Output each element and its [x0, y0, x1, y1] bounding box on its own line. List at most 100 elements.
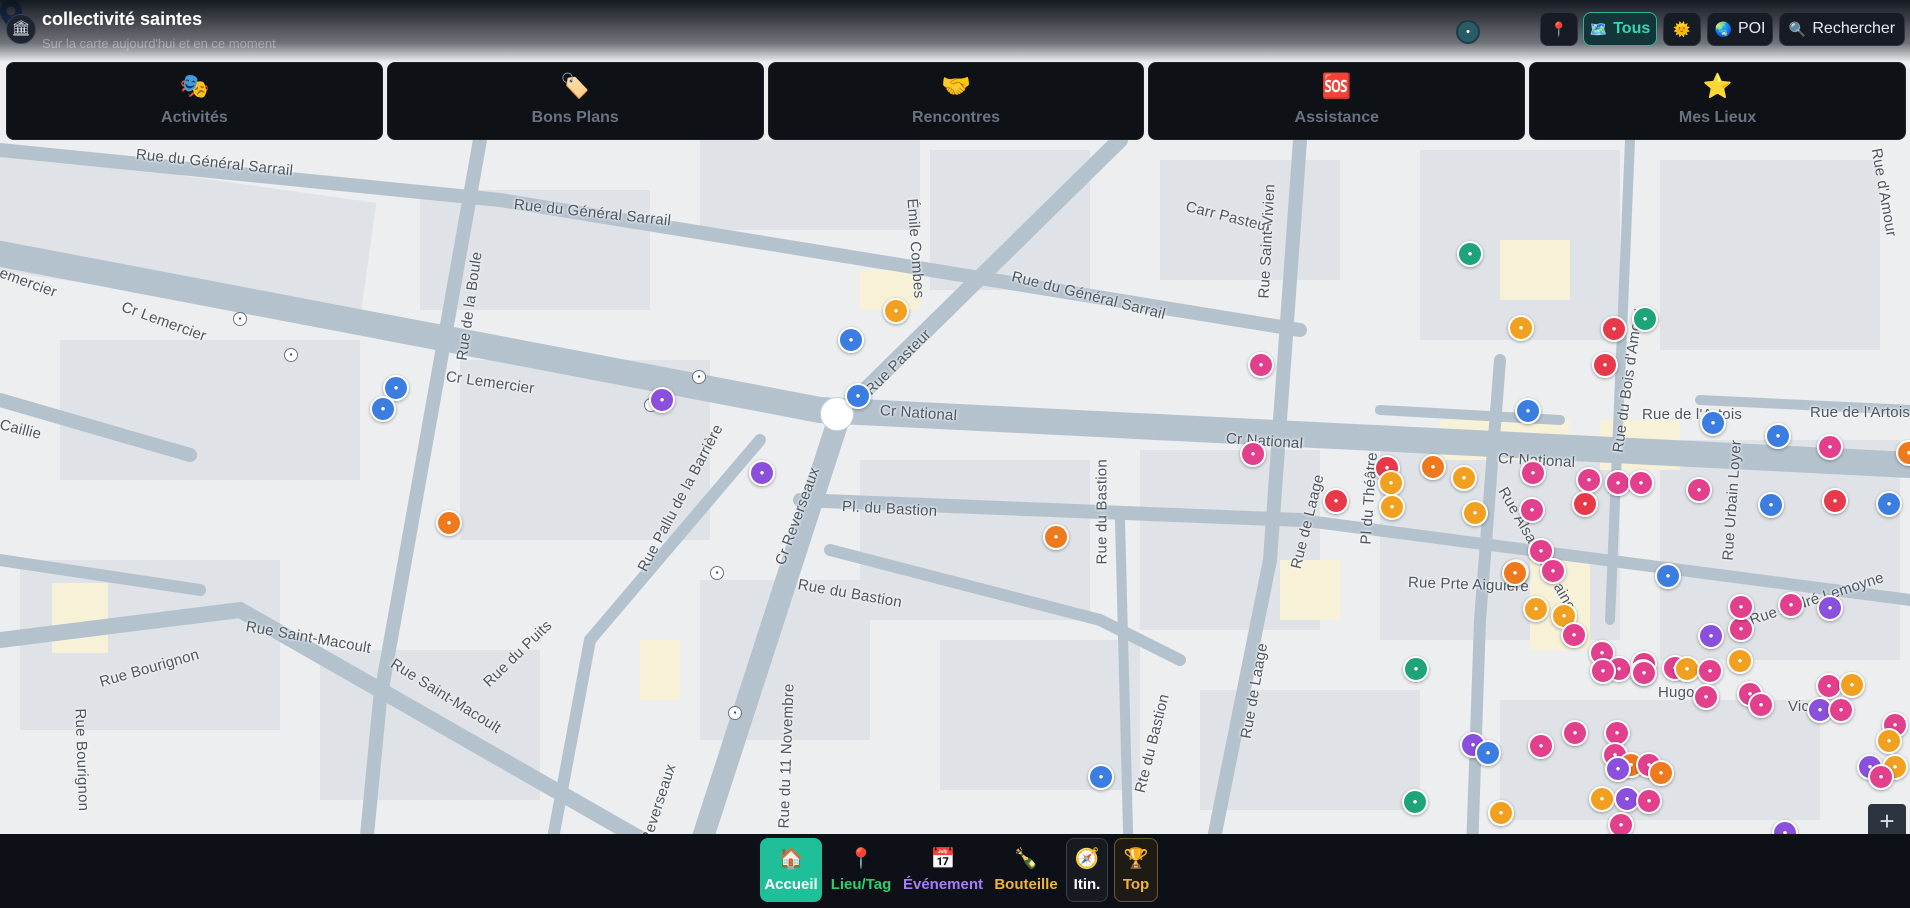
- sos-icon: 🆘: [1321, 73, 1352, 100]
- category-bons-plans[interactable]: 🏷️ Bons Plans: [386, 62, 764, 140]
- poi-marker[interactable]: •: [1088, 764, 1114, 790]
- nav-top[interactable]: 🏆 Top: [1114, 838, 1158, 902]
- poi-marker[interactable]: •: [1727, 648, 1753, 674]
- poi-marker[interactable]: •: [1323, 488, 1349, 514]
- poi-marker[interactable]: •: [1632, 306, 1658, 332]
- poi-marker[interactable]: •: [649, 387, 675, 413]
- poi-marker[interactable]: •: [1758, 492, 1784, 518]
- poi-marker[interactable]: •: [1839, 672, 1865, 698]
- bus-stop-icon[interactable]: ▪: [692, 370, 706, 384]
- poi-marker[interactable]: •: [1420, 454, 1446, 480]
- poi-button[interactable]: 🌏 POI: [1707, 12, 1773, 46]
- nav-bouteille[interactable]: 🍾 Bouteille: [992, 838, 1060, 902]
- poi-marker[interactable]: •: [1523, 596, 1549, 622]
- nav-accueil[interactable]: 🏠 Accueil: [760, 838, 822, 902]
- app-title: collectivité saintes: [42, 9, 203, 29]
- bus-stop-icon[interactable]: ▪: [728, 706, 742, 720]
- poi-marker[interactable]: •: [1240, 441, 1266, 467]
- poi-marker[interactable]: •: [1379, 494, 1405, 520]
- bank-icon[interactable]: 🏛: [6, 14, 36, 44]
- theme-toggle-button[interactable]: 🌞: [1663, 12, 1701, 46]
- poi-marker[interactable]: •: [1601, 316, 1627, 342]
- poi-marker[interactable]: •: [1576, 467, 1602, 493]
- poi-marker[interactable]: •: [1828, 697, 1854, 723]
- pin-icon: 📍: [848, 847, 874, 870]
- poi-marker[interactable]: •: [1817, 595, 1843, 621]
- poi-marker[interactable]: •: [1876, 491, 1902, 517]
- bottom-nav: 🏠 Accueil 📍 Lieu/Tag 📅 Événement 🍾 Boute…: [0, 834, 1910, 908]
- poi-marker[interactable]: •: [1728, 594, 1754, 620]
- poi-marker[interactable]: •: [1590, 658, 1616, 684]
- poi-marker[interactable]: •: [1686, 477, 1712, 503]
- poi-marker[interactable]: •: [883, 298, 909, 324]
- poi-marker[interactable]: •: [1572, 491, 1598, 517]
- poi-marker[interactable]: •: [1462, 500, 1488, 526]
- poi-marker[interactable]: •: [1868, 764, 1894, 790]
- category-assistance[interactable]: 🆘 Assistance: [1148, 62, 1526, 140]
- pin-icon: 📍: [1550, 20, 1568, 37]
- poi-marker[interactable]: •: [370, 396, 396, 422]
- poi-marker[interactable]: •: [1693, 684, 1719, 710]
- poi-marker[interactable]: •: [1528, 733, 1554, 759]
- nav-evenement[interactable]: 📅 Événement: [900, 838, 986, 902]
- pin-filter-button[interactable]: 📍: [1540, 12, 1578, 46]
- category-label: Assistance: [1294, 109, 1380, 126]
- poi-marker[interactable]: •: [1822, 488, 1848, 514]
- nav-label: Événement: [902, 875, 984, 893]
- bus-stop-icon[interactable]: ▪: [710, 566, 724, 580]
- category-activites[interactable]: 🎭 Activités: [6, 62, 383, 140]
- category-rencontres[interactable]: 🤝 Rencontres: [767, 62, 1145, 140]
- poi-marker[interactable]: •: [1043, 524, 1069, 550]
- poi-marker[interactable]: •: [1697, 658, 1723, 684]
- poi-marker[interactable]: •: [1488, 800, 1514, 826]
- category-mes-lieux[interactable]: ⭐ Mes Lieux: [1529, 62, 1906, 140]
- poi-marker[interactable]: •: [1592, 352, 1618, 378]
- street-label: Hugo: [1658, 684, 1695, 701]
- nav-lieu-tag[interactable]: 📍 Lieu/Tag: [828, 838, 894, 902]
- poi-marker[interactable]: •: [1631, 660, 1657, 686]
- bottle-icon: 🍾: [1013, 847, 1039, 870]
- poi-marker[interactable]: •: [1457, 241, 1483, 267]
- bus-stop-icon[interactable]: ▪: [233, 312, 247, 326]
- search-icon: 🔍: [1788, 20, 1807, 37]
- poi-marker[interactable]: •: [1540, 558, 1566, 584]
- poi-marker[interactable]: •: [1402, 789, 1428, 815]
- poi-marker[interactable]: •: [1589, 786, 1615, 812]
- poi-marker[interactable]: •: [1475, 740, 1501, 766]
- poi-marker[interactable]: •: [1648, 760, 1674, 786]
- poi-marker[interactable]: •: [1451, 465, 1477, 491]
- poi-marker[interactable]: •: [838, 327, 864, 353]
- poi-marker[interactable]: •: [1403, 656, 1429, 682]
- nav-itineraire[interactable]: 🧭 Itin.: [1066, 838, 1108, 902]
- bus-stop-icon[interactable]: ▪: [284, 348, 298, 362]
- poi-marker[interactable]: •: [845, 383, 871, 409]
- poi-marker[interactable]: •: [1605, 756, 1631, 782]
- poi-marker[interactable]: •: [1456, 20, 1480, 44]
- poi-marker[interactable]: •: [1628, 470, 1654, 496]
- poi-marker[interactable]: •: [749, 460, 775, 486]
- poi-marker[interactable]: •: [1636, 788, 1662, 814]
- poi-marker[interactable]: •: [1655, 563, 1681, 589]
- poi-marker[interactable]: •: [1515, 398, 1541, 424]
- poi-marker[interactable]: •: [1817, 434, 1843, 460]
- category-label: Rencontres: [911, 109, 1000, 126]
- poi-marker[interactable]: •: [1248, 352, 1274, 378]
- app-subtitle: Sur la carte aujourd'hui et en ce moment: [42, 36, 276, 51]
- poi-marker[interactable]: •: [1561, 622, 1587, 648]
- poi-marker[interactable]: •: [1502, 560, 1528, 586]
- poi-marker[interactable]: •: [1748, 692, 1774, 718]
- poi-marker[interactable]: •: [1519, 497, 1545, 523]
- poi-marker[interactable]: •: [1562, 720, 1588, 746]
- search-button[interactable]: 🔍 Rechercher: [1779, 12, 1905, 46]
- poi-marker[interactable]: •: [1520, 460, 1546, 486]
- poi-marker[interactable]: •: [1778, 592, 1804, 618]
- all-filter-button[interactable]: 🗺️ Tous: [1583, 12, 1657, 46]
- poi-marker[interactable]: •: [1700, 410, 1726, 436]
- poi-marker[interactable]: •: [1765, 423, 1791, 449]
- poi-marker[interactable]: •: [1378, 470, 1404, 496]
- poi-marker[interactable]: •: [1508, 315, 1534, 341]
- poi-marker[interactable]: •: [436, 510, 462, 536]
- poi-marker[interactable]: •: [1698, 623, 1724, 649]
- poi-label: POI: [1737, 20, 1766, 37]
- poi-marker[interactable]: •: [1876, 728, 1902, 754]
